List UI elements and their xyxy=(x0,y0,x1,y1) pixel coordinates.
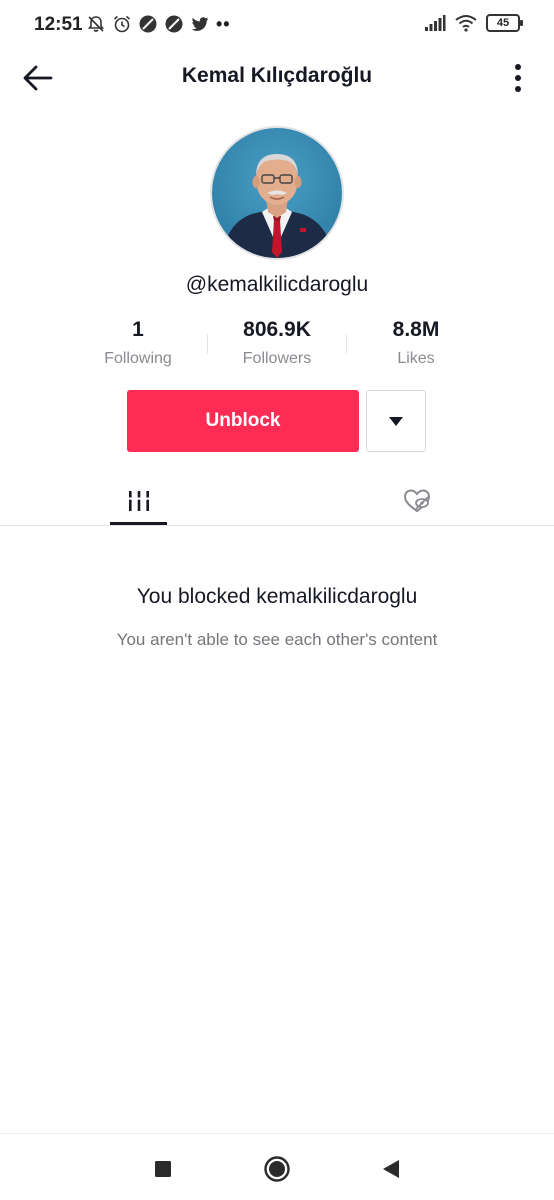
tabs-divider xyxy=(0,525,554,526)
avatar[interactable] xyxy=(210,126,344,260)
profile-photo xyxy=(212,128,342,258)
tab-videos[interactable] xyxy=(110,476,168,526)
suggested-accounts-dropdown-button[interactable] xyxy=(366,390,426,452)
unblock-button[interactable]: Unblock xyxy=(127,390,359,452)
alarm-icon xyxy=(113,15,131,33)
profile-header: Kemal Kılıçdaroğlu xyxy=(0,52,554,104)
status-time: 12:51 xyxy=(34,14,83,35)
recents-icon xyxy=(155,1161,171,1177)
stat-value: 8.8M xyxy=(392,318,440,341)
home-icon xyxy=(264,1156,290,1182)
stat-label: Following xyxy=(104,350,172,367)
back-icon xyxy=(383,1160,399,1178)
stat-following[interactable]: 1 Following xyxy=(68,318,208,368)
blocked-message-title: You blocked kemalkilicdaroglu xyxy=(136,585,418,608)
wifi-icon xyxy=(455,15,477,32)
vpn-icon xyxy=(165,15,183,33)
status-overflow-dots: •• xyxy=(216,14,231,34)
vpn-icon xyxy=(139,15,157,33)
battery-icon: 45 xyxy=(486,14,523,32)
stat-likes[interactable]: 8.8M Likes xyxy=(346,318,486,368)
grid-lines-icon xyxy=(127,491,151,511)
stat-label: Likes xyxy=(397,350,435,367)
profile-stats: 1 Following 806.9K Followers 8.8M Likes xyxy=(68,318,486,374)
heart-hidden-icon xyxy=(403,489,431,513)
tab-liked-videos[interactable] xyxy=(388,476,446,526)
recents-button[interactable] xyxy=(148,1154,178,1184)
more-vertical-icon xyxy=(515,64,521,92)
home-button[interactable] xyxy=(262,1154,292,1184)
stat-followers[interactable]: 806.9K Followers xyxy=(207,318,347,368)
profile-page: 12:51 •• 45 Kemal Kılıçdaroğlu @kemalkil… xyxy=(0,0,554,1200)
twitter-icon xyxy=(191,17,209,31)
signal-icon xyxy=(425,15,446,31)
stat-value: 806.9K xyxy=(243,318,311,341)
caret-down-icon xyxy=(389,417,403,426)
battery-level: 45 xyxy=(496,17,510,29)
blocked-message-subtitle: You aren't able to see each other's cont… xyxy=(116,630,438,649)
profile-username: @kemalkilicdaroglu xyxy=(185,273,369,296)
page-title: Kemal Kılıçdaroğlu xyxy=(181,64,373,87)
status-bar: 12:51 •• 45 xyxy=(0,0,554,52)
more-options-button[interactable] xyxy=(506,62,530,94)
system-navigation-bar xyxy=(0,1133,554,1200)
status-system-icons: 45 xyxy=(424,14,523,32)
system-back-button[interactable] xyxy=(376,1154,406,1184)
bell-off-icon xyxy=(87,16,105,32)
status-notification-icons: •• xyxy=(86,14,231,34)
stat-label: Followers xyxy=(242,350,312,367)
stat-value: 1 xyxy=(132,318,144,341)
